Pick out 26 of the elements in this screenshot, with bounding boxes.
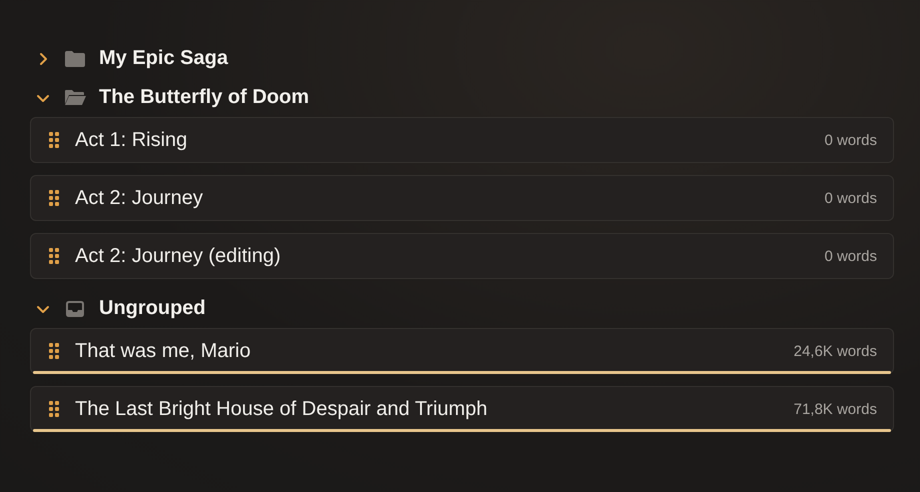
document-title: Act 2: Journey [75,186,204,210]
document-title: Act 1: Rising [75,128,188,152]
group-title[interactable]: My Epic Saga [99,47,228,70]
word-count: 0 words [824,190,877,206]
word-count: 24,6K words [794,342,877,360]
document-card[interactable]: Act 2: Journey (editing) 0 words [30,233,894,279]
document-card[interactable]: The Last Bright House of Despair and Triumph 71,8K words [30,386,894,432]
inbox-icon [64,298,86,318]
drag-handle-icon[interactable] [49,343,59,359]
folder-icon [64,48,86,68]
group-title[interactable]: The Butterfly of Doom [99,86,309,109]
document-card[interactable]: That was me, Mario 24,6K words [30,328,894,374]
document-card[interactable]: Act 1: Rising 0 words [30,117,894,163]
drag-handle-icon[interactable] [49,132,59,148]
word-count: 0 words [824,132,877,148]
drag-handle-icon[interactable] [49,248,59,264]
group-title[interactable]: Ungrouped [99,297,206,320]
word-count: 0 words [824,248,877,264]
drag-handle-icon[interactable] [49,401,59,417]
drag-handle-icon[interactable] [49,190,59,206]
document-title: That was me, Mario [75,340,252,362]
open-folder-icon [64,88,86,108]
document-title: The Last Bright House of Despair and Triumph [75,398,488,420]
word-count: 71,8K words [794,400,877,418]
document-title: Act 2: Journey (editing) [75,244,282,268]
document-card[interactable]: Act 2: Journey 0 words [30,175,894,221]
